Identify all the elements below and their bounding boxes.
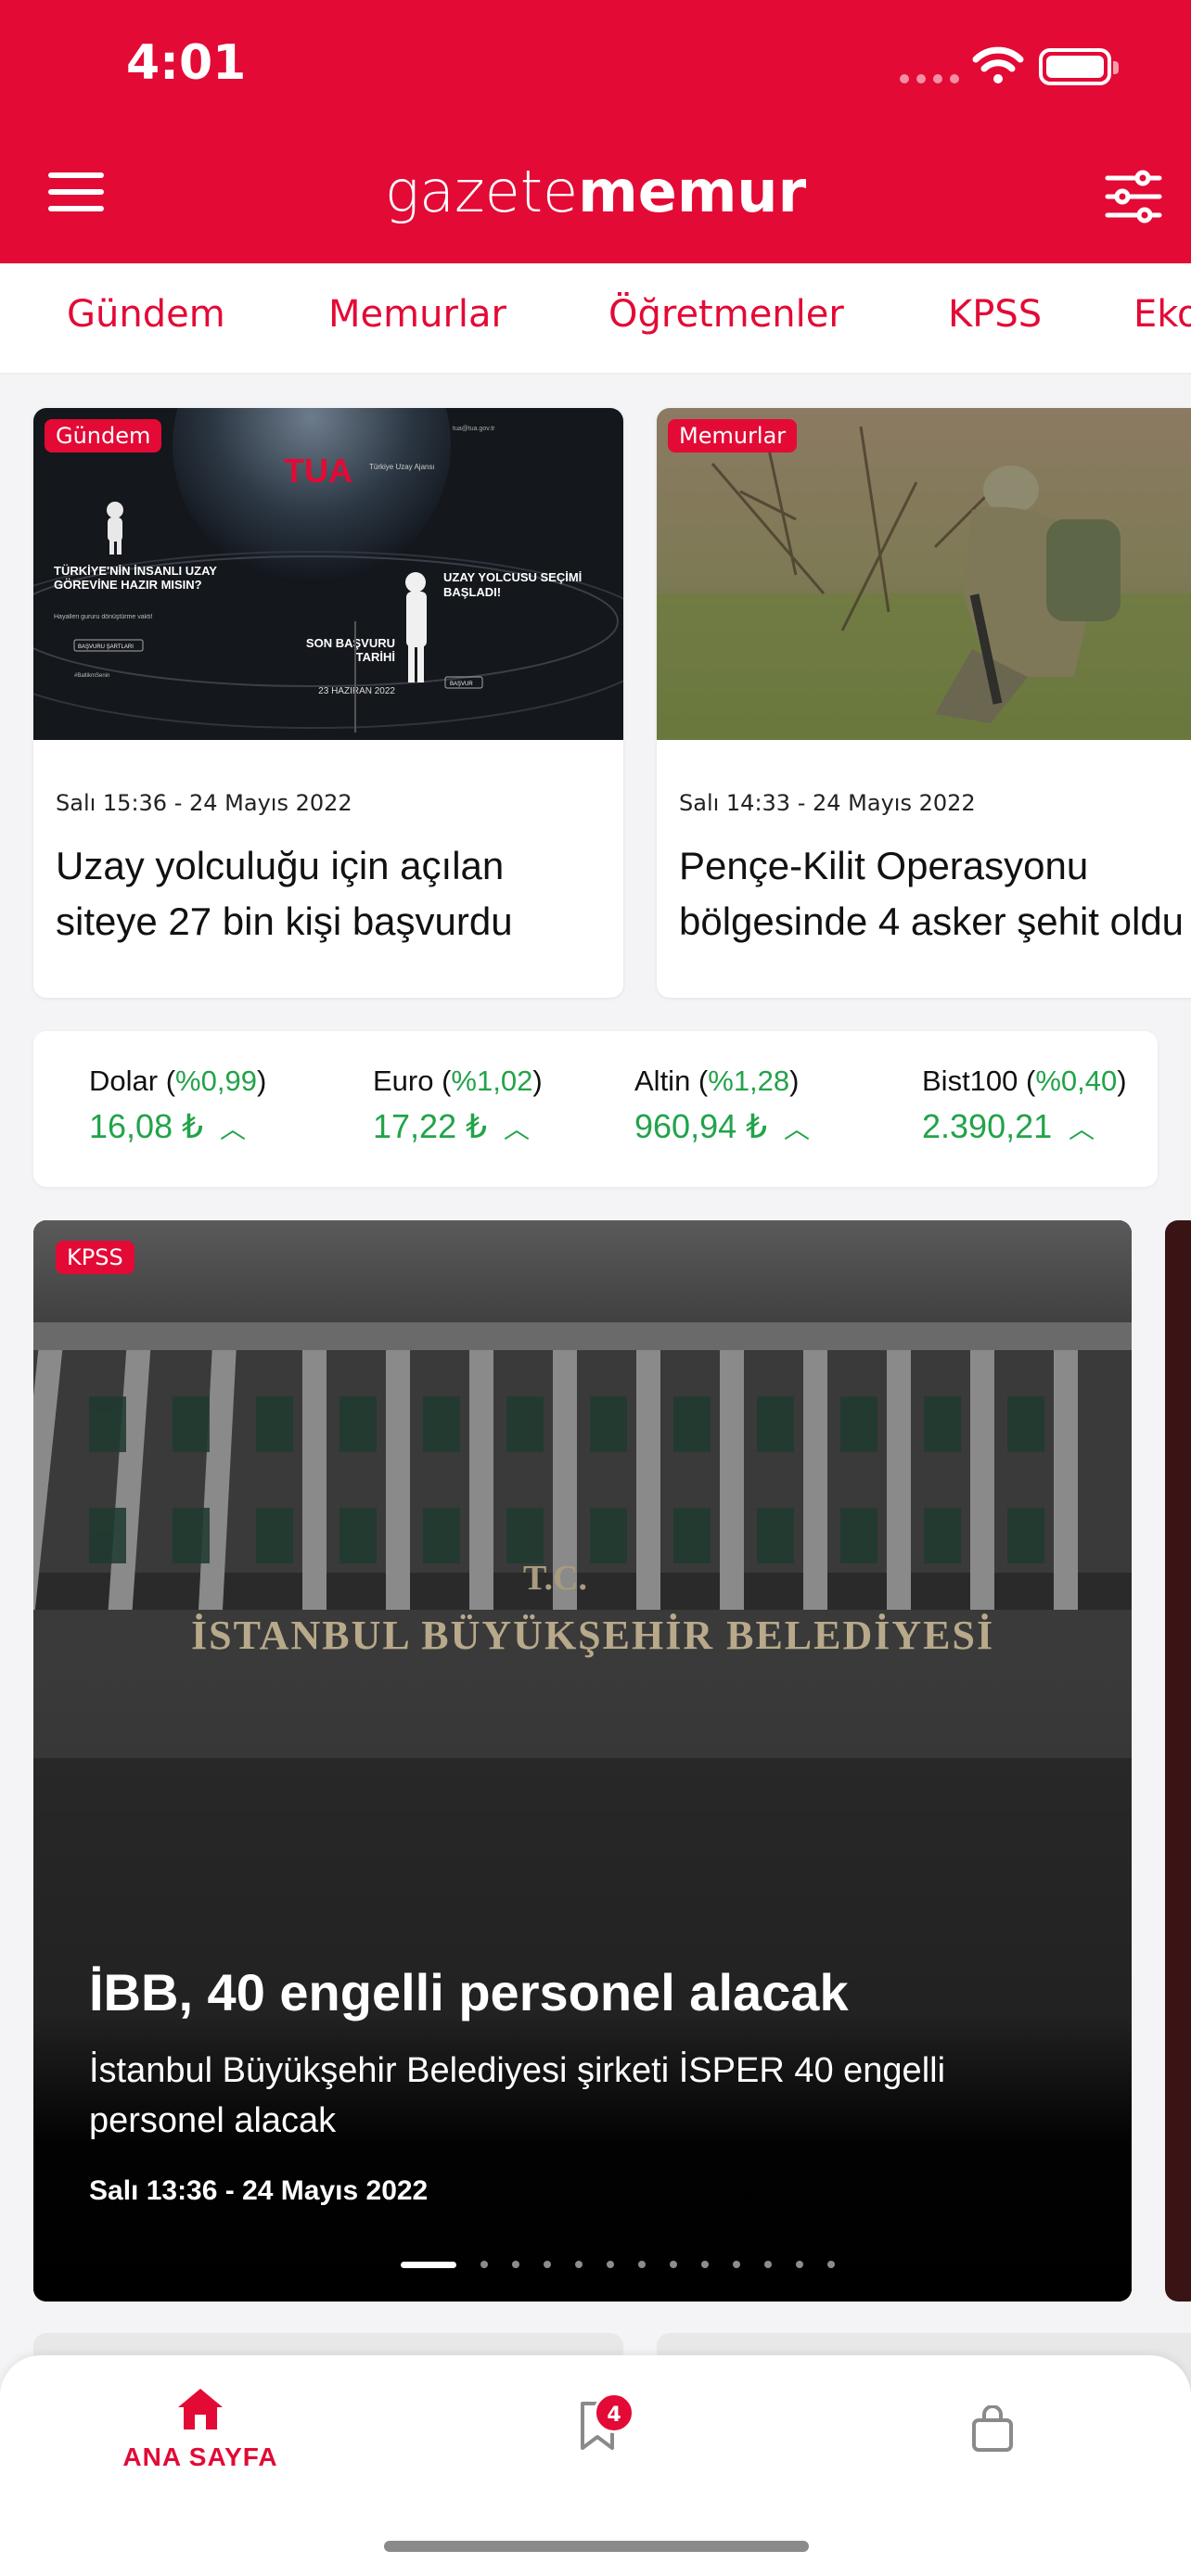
market-name: Altin — [634, 1065, 691, 1097]
shopping-bag-icon — [972, 2404, 1013, 2452]
poster-left-title: TÜRKİYE'NİN İNSANLI UZAY GÖREVİNE HAZIR … — [54, 564, 217, 592]
arrow-up-icon: ︿ — [220, 1115, 247, 1143]
arrow-up-icon: ︿ — [504, 1115, 531, 1143]
poster-hashtag: #BaltikmSenin — [74, 673, 109, 679]
hero-subtitle: İstanbul Büyükşehir Belediyesi şirketi İ… — [89, 2051, 946, 2140]
home-icon — [178, 2389, 223, 2429]
news-image-soldier — [657, 408, 1191, 740]
poster-right-title: UZAY YOLCUSU SEÇİMİ BAŞLADI! — [443, 570, 583, 599]
news-card[interactable]: TUA Türkiye Uzay Ajansı tua@tua.gov.tr T… — [33, 408, 623, 998]
slider-dot[interactable] — [764, 2261, 772, 2268]
slider-dot[interactable] — [607, 2261, 614, 2268]
market-value: 2.390,21 — [922, 1107, 1053, 1145]
category-tabs: Gündem Memurlar Öğretmenler KPSS Eko — [0, 263, 1191, 375]
news-card[interactable]: Memurlar Salı 14:33 - 24 Mayıs 2022 Penç… — [657, 408, 1191, 998]
arrow-up-icon: ︿ — [784, 1115, 811, 1143]
app-header: 4:01 gazetememur — [0, 0, 1191, 263]
poster-left-btn: BAŞVURU ŞARTLARI — [78, 644, 134, 650]
category-tab-kpss[interactable]: KPSS — [948, 293, 1042, 336]
market-item-euro[interactable]: Euro (%1,02) 17,22 ₺ ︿ — [373, 1065, 543, 1146]
hero-sign-name: İSTANBUL BÜYÜKŞEHİR BELEDİYESİ — [191, 1613, 994, 1658]
filter-settings-button[interactable] — [1104, 169, 1163, 224]
news-title: Uzay yolculuğu için açılan siteye 27 bin… — [56, 844, 513, 943]
market-value: 960,94 ₺ — [634, 1107, 768, 1145]
headline-slider[interactable]: T.C. İSTANBUL BÜYÜKŞEHİR BELEDİYESİ KPSS… — [33, 1220, 1132, 2302]
market-value: 16,08 ₺ — [89, 1107, 203, 1145]
slider-dot[interactable] — [670, 2261, 677, 2268]
tab-home-label: ANA SAYFA — [122, 2442, 278, 2471]
slider-dot[interactable] — [796, 2261, 803, 2268]
wifi-icon — [972, 46, 1024, 83]
slider-dot[interactable] — [733, 2261, 740, 2268]
market-item-bist100[interactable]: Bist100 (%0,40) 2.390,21 ︿ — [922, 1065, 1127, 1146]
category-tab-memurlar[interactable]: Memurlar — [328, 293, 506, 336]
slider-dot[interactable] — [480, 2261, 488, 2268]
category-badge: Memurlar — [668, 419, 798, 453]
market-change: %1,28 — [708, 1065, 790, 1097]
market-name: Euro — [373, 1065, 434, 1097]
slider-dot[interactable] — [575, 2261, 583, 2268]
poster-deadline-date: 23 HAZİRAN 2022 — [318, 686, 395, 696]
slider-dot-active[interactable] — [401, 2261, 456, 2268]
market-value: 17,22 ₺ — [373, 1107, 487, 1145]
market-change: %0,40 — [1035, 1065, 1118, 1097]
cellular-signal-icon — [900, 74, 959, 83]
category-tab-gundem[interactable]: Gündem — [67, 293, 225, 336]
poster-deadline-title: SON BAŞVURU TARİHİ — [305, 636, 395, 664]
slider-dot[interactable] — [512, 2261, 519, 2268]
hero-date: Salı 13:36 - 24 Mayıs 2022 — [89, 2175, 429, 2206]
logo-light-part: gazete — [384, 158, 579, 225]
poster-left-sub: Hayalleri gururu dönüştürme vakti! — [54, 614, 153, 620]
slider-dot[interactable] — [638, 2261, 646, 2268]
tab-home[interactable]: ANA SAYFA — [108, 2385, 293, 2472]
battery-icon — [1039, 48, 1119, 85]
slider-dot[interactable] — [827, 2261, 835, 2268]
home-indicator[interactable] — [384, 2541, 809, 2552]
market-change: %0,99 — [175, 1065, 257, 1097]
arrow-up-icon: ︿ — [1069, 1115, 1095, 1143]
market-item-altin[interactable]: Altin (%1,28) 960,94 ₺ ︿ — [634, 1065, 810, 1146]
tua-logo-text: TUA — [284, 452, 352, 490]
tab-shop[interactable] — [967, 2404, 1018, 2457]
slider-pagination[interactable] — [401, 2261, 835, 2268]
tua-url: tua@tua.gov.tr — [453, 426, 495, 432]
bookmark-count-badge: 4 — [594, 2392, 634, 2433]
hero-title: İBB, 40 engelli personel alacak — [89, 1963, 849, 2021]
market-name: Bist100 — [922, 1065, 1018, 1097]
logo-bold-part: memur — [578, 158, 807, 225]
tua-subtitle: Türkiye Uzay Ajansı — [369, 463, 435, 471]
market-item-dolar[interactable]: Dolar (%0,99) 16,08 ₺ ︿ — [89, 1065, 266, 1146]
app-logo: gazetememur — [0, 158, 1191, 225]
slider-dot[interactable] — [701, 2261, 709, 2268]
category-tab-ogretmenler[interactable]: Öğretmenler — [608, 293, 844, 336]
news-image-space-poster: TUA Türkiye Uzay Ajansı tua@tua.gov.tr T… — [33, 408, 623, 740]
news-date: Salı 14:33 - 24 Mayıs 2022 — [679, 790, 976, 816]
category-badge: Gündem — [45, 419, 162, 453]
market-name: Dolar — [89, 1065, 159, 1097]
slider-dot[interactable] — [544, 2261, 551, 2268]
poster-right-btn: BAŞVUR — [450, 682, 473, 687]
hero-sign-tc: T.C. — [523, 1559, 587, 1598]
market-change: %1,02 — [451, 1065, 533, 1097]
category-badge: KPSS — [56, 1241, 134, 1274]
status-time: 4:01 — [126, 35, 247, 91]
next-slide-peek[interactable] — [1165, 1220, 1191, 2302]
news-date: Salı 15:36 - 24 Mayıs 2022 — [56, 790, 352, 816]
category-tab-ekonomi[interactable]: Eko — [1133, 293, 1191, 336]
news-title: Pençe-Kilit Operasyonu bölgesinde 4 aske… — [679, 844, 1185, 943]
market-ticker: Dolar (%0,99) 16,08 ₺ ︿ Euro (%1,02) 17,2… — [33, 1031, 1158, 1187]
